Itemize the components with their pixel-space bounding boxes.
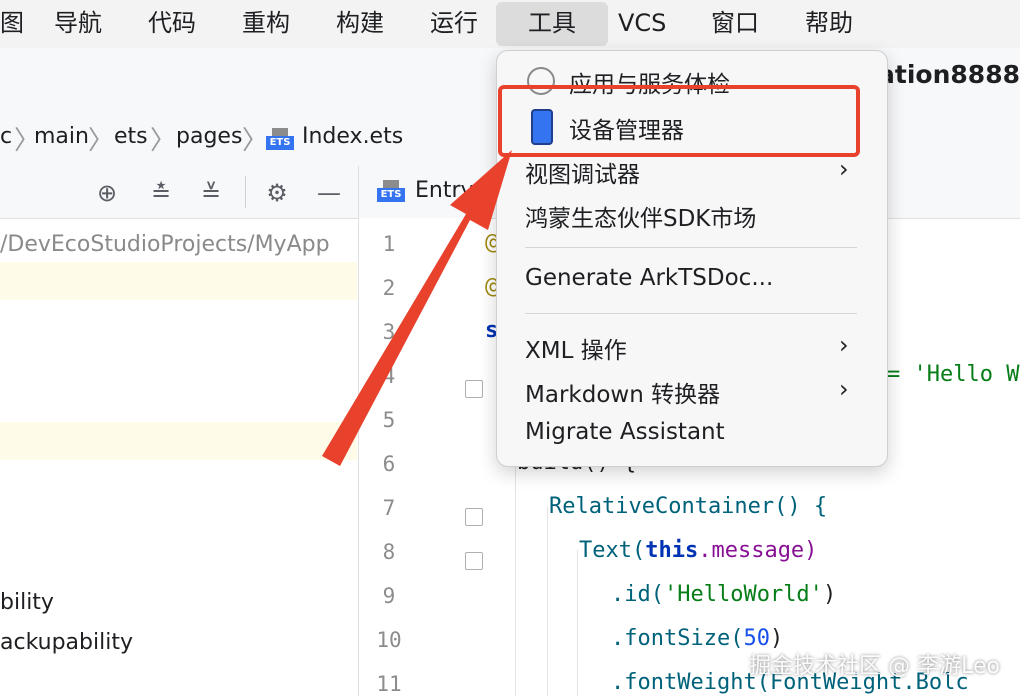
arrow-shape [322,150,512,466]
watermark: 掘金技术社区 @ 李游Leo [749,654,1000,679]
annotation-arrow [322,150,512,466]
